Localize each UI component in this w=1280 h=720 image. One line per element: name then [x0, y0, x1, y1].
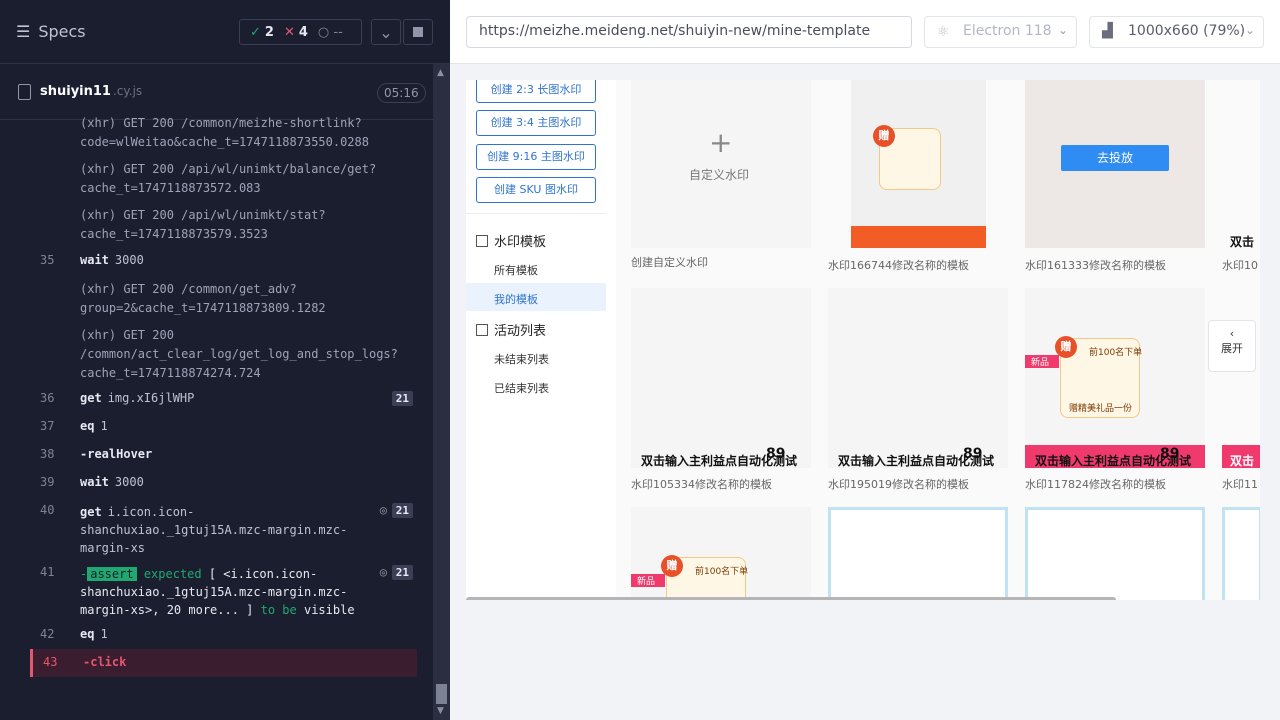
specs-label: Specs [38, 22, 86, 41]
template-card[interactable] [1025, 507, 1205, 600]
template-grid: + 自定义水印 创建自定义水印 赠 水印166744修改名称的模板 去投放 水印… [616, 80, 1260, 600]
my-templates-link[interactable]: 我的模板 [494, 291, 538, 307]
zeng-badge: 赠 [873, 125, 895, 147]
create-sku-button[interactable]: 创建 SKU 图水印 [476, 177, 596, 203]
browser-selector[interactable]: ⚛ Electron 118 ⌄ [924, 16, 1077, 48]
test-stats: ✓ 2 ✕ 4 ○ -- [239, 19, 362, 45]
template-card[interactable]: 新品 前100名下单 赠精美礼品一份 赠 [1025, 288, 1205, 468]
element-count-badge: 21 [391, 391, 413, 406]
new-badge: 新品 [1031, 358, 1050, 368]
app-under-test: 创建 2:3 长图水印 创建 3:4 主图水印 创建 9:16 主图水印 创建 … [466, 80, 1260, 600]
chevron-left-icon: ‹ [1229, 327, 1235, 340]
command-row[interactable]: 36 get img.xI6jlWHP 21 [30, 391, 417, 411]
eye-slash-icon: ◎ [379, 503, 387, 517]
list-icon [476, 323, 488, 336]
passed-count: ✓ 2 [250, 24, 274, 40]
electron-icon: ⚛ [937, 24, 950, 40]
template-caption: 创建自定义水印 [631, 256, 708, 269]
command-row[interactable]: 39 wait 3000 [30, 475, 417, 495]
template-title: 双击 [1230, 235, 1255, 249]
create-34-button[interactable]: 创建 3:4 主图水印 [476, 110, 596, 136]
xhr-row[interactable]: (xhr) GET 200 /api/wl/unimkt/stat? cache_… [30, 206, 417, 246]
chevron-down-icon[interactable]: ⌄ [371, 19, 401, 45]
url-field[interactable]: https://meizhe.meideng.net/shuiyin-new/m… [466, 16, 912, 48]
aut-panel: https://meizhe.meideng.net/shuiyin-new/m… [450, 0, 1280, 720]
template-card[interactable] [828, 507, 1008, 600]
divider [466, 213, 606, 214]
command-row[interactable]: 40 get i.icon.icon-shanchuxiao._1gtuj15A.… [30, 503, 417, 559]
template-price: 89 [963, 446, 983, 462]
new-badge: 新品 [637, 577, 656, 587]
menu-icon: ☰ [16, 22, 31, 41]
scroll-thumb[interactable] [436, 684, 447, 704]
deliver-button[interactable]: 去投放 [1061, 145, 1169, 171]
xhr-row[interactable]: (xhr) GET 200 /common/get_adv? group=2&ca… [30, 280, 417, 320]
app-sidebar: 创建 2:3 长图水印 创建 3:4 主图水印 创建 9:16 主图水印 创建 … [466, 80, 606, 410]
command-row[interactable]: 35 wait 3000 [30, 253, 417, 273]
failed-count: ✕ 4 [283, 24, 308, 40]
finished-list-link[interactable]: 已结束列表 [494, 380, 549, 396]
expand-button[interactable]: ‹ 展开 [1208, 320, 1256, 372]
stop-icon [413, 27, 423, 37]
create-916-button[interactable]: 创建 9:16 主图水印 [476, 144, 596, 170]
spec-filename[interactable]: shuiyin11 .cy.js [40, 84, 142, 99]
templates-section: 水印模板 [476, 231, 546, 250]
eye-slash-icon: ◎ [379, 565, 387, 579]
assert-row[interactable]: 41 - assert expected [ <i.icon.icon-shanc… [30, 565, 417, 621]
horizontal-scrollbar[interactable] [466, 597, 1116, 600]
template-caption: 水印161333修改名称的模板 [1025, 259, 1166, 272]
template-card[interactable] [631, 288, 811, 468]
template-caption: 水印10 [1222, 259, 1258, 272]
xhr-row[interactable]: (xhr) GET 200 /common/meizhe-shortlink? c… [30, 114, 417, 154]
element-count-badge: 21 [391, 503, 413, 518]
promo-bar [851, 226, 986, 248]
template-card[interactable] [1222, 507, 1260, 600]
command-row[interactable]: 37 eq 1 [30, 419, 417, 439]
template-price: 89 [766, 446, 786, 462]
chevron-down-icon: ⌄ [1057, 23, 1068, 37]
viewport-icon: ▟ [1102, 23, 1113, 39]
template-price: 89 [1160, 446, 1180, 462]
template-card-hovered[interactable]: 去投放 [1025, 80, 1205, 248]
scroll-down-icon[interactable]: ▼ [437, 706, 444, 716]
zeng-badge: 赠 [1055, 336, 1077, 358]
stop-button[interactable] [403, 19, 433, 45]
chevron-down-icon: ⌄ [1244, 23, 1255, 37]
command-row[interactable]: 38 -realHover [30, 447, 417, 467]
zeng-badge: 赠 [661, 555, 683, 577]
aut-header: https://meizhe.meideng.net/shuiyin-new/m… [450, 0, 1280, 64]
template-card[interactable]: 新品 前100名下单 赠 [631, 507, 811, 600]
unfinished-list-link[interactable]: 未结束列表 [494, 351, 549, 367]
spec-duration: 05:16 [377, 83, 426, 103]
file-icon [18, 84, 31, 100]
create-23-button[interactable]: 创建 2:3 长图水印 [476, 80, 596, 103]
template-caption: 水印195019修改名称的模板 [828, 478, 969, 491]
plus-icon: + [709, 126, 733, 159]
xhr-row[interactable]: (xhr) GET 200/common/act_clear_log/get_l… [30, 326, 417, 384]
template-caption: 水印105334修改名称的模板 [631, 478, 772, 491]
log-scrollbar[interactable]: ▲ ▼ [433, 64, 450, 720]
all-templates-link[interactable]: 所有模板 [494, 262, 538, 278]
runner-header: ☰ Specs ✓ 2 ✕ 4 ○ -- ⌄ [0, 0, 450, 64]
cypress-runner-panel: ☰ Specs ✓ 2 ✕ 4 ○ -- ⌄ shuiyin11 .cy.js 05:… [0, 0, 450, 720]
template-caption: 水印117824修改名称的模板 [1025, 478, 1166, 491]
template-caption: 水印166744修改名称的模板 [828, 259, 969, 272]
template-icon [476, 234, 488, 247]
command-row[interactable]: 42 eq 1 [30, 627, 417, 647]
template-card[interactable] [828, 288, 1008, 468]
template-title: 双击 [1230, 454, 1255, 468]
element-count-badge: 21 [391, 565, 413, 580]
template-card[interactable]: 赠 [851, 80, 986, 248]
template-caption: 水印11 [1222, 478, 1258, 491]
failed-command-row[interactable]: 43 -click [30, 649, 417, 677]
xhr-row[interactable]: (xhr) GET 200 /api/wl/unimkt/balance/get… [30, 160, 417, 200]
viewport-info[interactable]: ▟ 1000x660 (79%) ⌄ [1089, 16, 1264, 48]
custom-watermark-card[interactable]: + 自定义水印 [631, 80, 811, 248]
activities-section: 活动列表 [476, 320, 546, 339]
pending-count: ○ -- [317, 24, 343, 40]
scroll-up-icon[interactable]: ▲ [437, 68, 444, 78]
specs-toggle[interactable]: ☰ Specs [16, 22, 86, 41]
